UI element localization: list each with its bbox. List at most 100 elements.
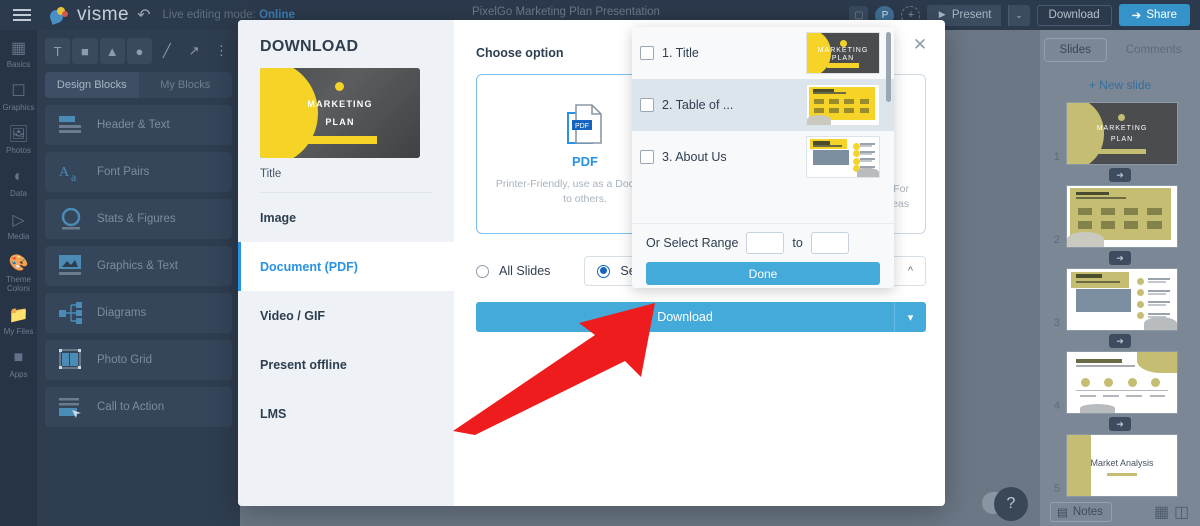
share-arrow-icon: ➔ [1131, 10, 1142, 22]
design-block-label: Stats & Figures [97, 213, 176, 225]
tab-design-blocks[interactable]: Design Blocks [45, 72, 139, 98]
picker-slide-item[interactable]: 2. Table of ... [632, 79, 894, 131]
modal-nav-image[interactable]: Image [238, 193, 454, 242]
picker-slide-item[interactable]: 3. About Us [632, 131, 894, 183]
label-all-slides: All Slides [499, 264, 551, 278]
triangle-tool-icon[interactable]: ▲ [99, 38, 125, 64]
more-tools-icon[interactable]: ⋮ [209, 38, 234, 64]
modal-nav-label: Document (PDF) [260, 259, 358, 274]
slide-thumbnail-item[interactable]: 4 [1040, 351, 1200, 414]
design-block-call-to-action[interactable]: Call to Action [45, 387, 232, 427]
close-icon[interactable]: ✕ [909, 34, 931, 56]
brand-name: visme [77, 4, 130, 25]
range-joiner: to [792, 236, 803, 250]
rail-item-apps[interactable]: ■ Apps [0, 348, 37, 379]
slide-thumbnail[interactable]: MARKETING PLAN [1066, 102, 1178, 165]
visme-logo: visme [48, 4, 130, 26]
slide-thumbnail-item[interactable]: 5 Market Analysis [1040, 434, 1200, 497]
slide-thumbnail-item[interactable]: 2 [1040, 185, 1200, 248]
line-tool-icon[interactable]: ╱ [154, 38, 179, 64]
picker-checkbox[interactable] [640, 46, 654, 60]
rail-item-theme-colors[interactable]: 🎨 Theme Colors [0, 253, 37, 293]
square-tool-icon[interactable]: ■ [72, 38, 98, 64]
insert-slide-separator[interactable]: ➜ [1040, 165, 1200, 185]
radio-all-slides[interactable] [476, 264, 489, 278]
insert-slide-separator[interactable]: ➜ [1040, 414, 1200, 434]
design-block-graphics-text[interactable]: Graphics & Text [45, 246, 232, 286]
picker-checkbox[interactable] [640, 98, 654, 112]
picker-scrollbar[interactable] [886, 32, 891, 102]
picker-slide-item[interactable]: 1. Title MARKETING PLAN [632, 27, 894, 79]
design-block-header-text[interactable]: Header & Text [45, 105, 232, 145]
insert-slide-icon[interactable]: ➜ [1109, 417, 1131, 431]
modal-sidebar: DOWNLOAD MARKETING PLAN Title Image Docu… [238, 20, 454, 506]
view-switcher: ▦ ◫ [1153, 504, 1190, 521]
slide-thumbnail[interactable]: Market Analysis [1066, 434, 1178, 497]
rail-item-data[interactable]: ◐ Data [0, 167, 37, 198]
rail-item-photos[interactable]: 🖼 Photos [0, 124, 37, 155]
modal-nav-lms[interactable]: LMS [238, 389, 454, 438]
chevron-down-icon[interactable]: ▾ [894, 302, 926, 332]
tab-slides[interactable]: Slides [1043, 38, 1107, 62]
preview-title-line: MARKETING [307, 98, 373, 109]
circle-tool-icon[interactable]: ● [126, 38, 153, 64]
modal-nav-document-pdf-[interactable]: Document (PDF) [238, 242, 454, 291]
rail-item-label: Data [10, 189, 27, 198]
preview-caption: Title [260, 168, 282, 180]
slide-number: 1 [1053, 151, 1060, 163]
slide-thumbnail-item[interactable]: 3 [1040, 268, 1200, 331]
hamburger-icon[interactable] [0, 0, 44, 30]
design-block-stats-figures[interactable]: Stats & Figures [45, 199, 232, 239]
insert-slide-separator[interactable]: ➜ [1040, 331, 1200, 351]
modal-nav-video-gif[interactable]: Video / GIF [238, 291, 454, 340]
notes-button[interactable]: ▤ Notes [1050, 502, 1112, 522]
design-block-label: Font Pairs [97, 166, 150, 178]
download-button[interactable]: Download [1036, 4, 1112, 26]
rail-item-graphics[interactable]: ☐ Graphics [0, 81, 37, 112]
shape-toolbar: T ■ ▲ ● ╱ ↗ ⋮ [37, 30, 240, 68]
preview-thumbnail: MARKETING PLAN [260, 68, 420, 158]
slide-thumbnail-item[interactable]: 1 MARKETING PLAN [1040, 102, 1200, 165]
insert-slide-icon[interactable]: ➜ [1109, 334, 1131, 348]
arrow-tool-icon[interactable]: ↗ [181, 38, 206, 64]
design-block-label: Diagrams [97, 307, 147, 319]
modal-nav-label: LMS [260, 406, 287, 421]
text-tool-icon[interactable]: T [45, 38, 71, 64]
slide-picker-list[interactable]: 1. Title MARKETING PLAN 2. Table of ... … [632, 27, 894, 223]
rail-item-media[interactable]: ▷ Media [0, 210, 37, 241]
slide-thumbnail[interactable] [1066, 351, 1178, 414]
rail-item-basics[interactable]: ▦ Basics [0, 38, 37, 69]
modal-download-button[interactable]: Download [476, 302, 894, 332]
present-dropdown-button[interactable]: ⌄ [1007, 4, 1030, 26]
notes-icon: ▤ [1057, 507, 1068, 519]
design-block-photo-grid[interactable]: Photo Grid [45, 340, 232, 380]
picker-checkbox[interactable] [640, 150, 654, 164]
chevron-up-icon[interactable]: ^ [908, 265, 913, 277]
design-block-diagrams[interactable]: Diagrams [45, 293, 232, 333]
grid-view-icon[interactable]: ▦ [1153, 504, 1170, 521]
undo-icon[interactable]: ↶ [137, 5, 150, 25]
new-slide-button[interactable]: + New slide [1054, 72, 1186, 98]
slide-thumbnail[interactable] [1066, 268, 1178, 331]
help-button[interactable]: ? [994, 487, 1028, 521]
range-from-input[interactable] [746, 232, 785, 254]
radio-select-slides[interactable] [597, 264, 611, 278]
insert-slide-icon[interactable]: ➜ [1109, 168, 1131, 182]
modal-nav-present-offline[interactable]: Present offline [238, 340, 454, 389]
share-button[interactable]: ➔ Share [1118, 4, 1190, 26]
range-label: Or Select Range [646, 236, 739, 250]
tab-comments[interactable]: Comments [1111, 38, 1197, 62]
range-to-input[interactable] [810, 232, 849, 254]
done-button[interactable]: Done [646, 262, 880, 285]
picker-slide-label: 3. About Us [662, 150, 727, 164]
slide-thumbnail[interactable] [1066, 185, 1178, 248]
design-block-font-pairs[interactable]: Aa Font Pairs [45, 152, 232, 192]
list-view-icon[interactable]: ◫ [1173, 504, 1190, 521]
tab-my-blocks[interactable]: My Blocks [139, 72, 233, 98]
insert-slide-icon[interactable]: ➜ [1109, 251, 1131, 265]
insert-slide-separator[interactable]: ➜ [1040, 248, 1200, 268]
rail-item-my-files[interactable]: 📁 My Files [0, 305, 37, 336]
design-block-list: Header & Text Aa Font Pairs Stats & Figu… [37, 105, 240, 427]
slides-panel: Slides Comments + New slide 1 MARKETING … [1040, 30, 1200, 526]
design-block-label: Header & Text [97, 119, 170, 131]
